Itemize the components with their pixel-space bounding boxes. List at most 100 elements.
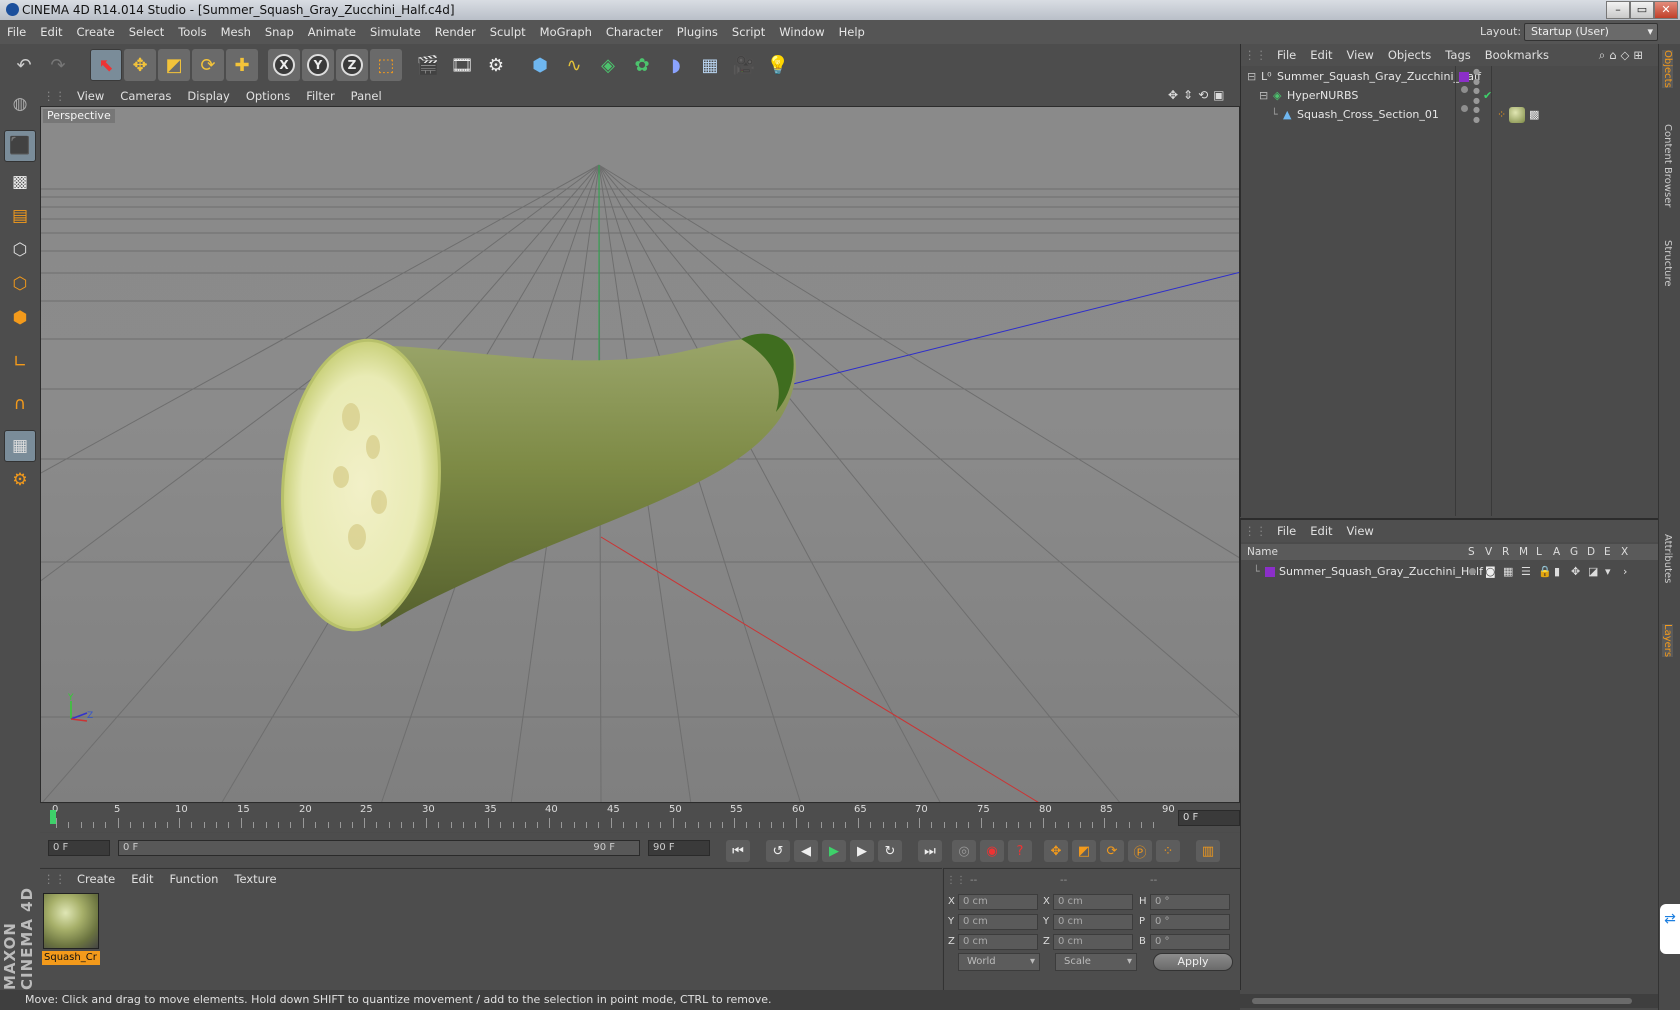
phong-tag-icon[interactable]: ⁘ — [1497, 105, 1506, 125]
rot-p-field[interactable]: 0 ° — [1150, 914, 1230, 930]
snap-magnet-icon[interactable]: ∩ — [4, 388, 36, 420]
points-mode-icon[interactable]: ⬡ — [4, 234, 36, 266]
tab-structure[interactable]: Structure — [1662, 240, 1673, 287]
menu-select[interactable]: Select — [122, 20, 171, 44]
make-editable-icon[interactable]: ◍ — [4, 88, 36, 120]
go-to-start-icon[interactable]: ⏮ — [726, 840, 750, 862]
visibility-dots[interactable]: ● ● — [1473, 86, 1480, 106]
key-scale-icon[interactable]: ◩ — [1072, 840, 1096, 862]
y-axis-lock-icon[interactable]: Y — [302, 49, 334, 81]
soft-selection-icon[interactable]: ⚙ — [4, 464, 36, 496]
previous-key-icon[interactable]: ↺ — [766, 840, 790, 862]
menu-edit[interactable]: Edit — [33, 20, 69, 44]
rot-b-field[interactable]: 0 ° — [1150, 934, 1230, 950]
auto-keying-icon[interactable]: ◉ — [980, 840, 1004, 862]
redo-icon[interactable]: ↷ — [42, 49, 74, 81]
next-key-icon[interactable]: ↻ — [878, 840, 902, 862]
move-tool-icon[interactable]: ✥ — [124, 49, 156, 81]
size-z-field[interactable]: 0 cm — [1053, 934, 1133, 950]
model-mode-icon[interactable]: ⬛ — [4, 130, 36, 162]
zucchini-model[interactable] — [273, 333, 797, 636]
close-button[interactable]: ✕ — [1654, 1, 1678, 19]
tab-content-browser[interactable]: Content Browser — [1662, 124, 1673, 207]
col-expressions[interactable]: E — [1604, 544, 1611, 560]
size-mode-dropdown[interactable]: Scale ▾ — [1055, 953, 1137, 971]
undo-icon[interactable]: ↶ — [8, 49, 40, 81]
layout-dropdown[interactable]: Startup (User) ▾ — [1524, 23, 1658, 41]
menu-plugins[interactable]: Plugins — [670, 20, 725, 44]
horizontal-scrollbar[interactable] — [1240, 994, 1658, 1008]
live-selection-icon[interactable]: ⬉ — [90, 49, 122, 81]
key-point-level-icon[interactable]: ⁘ — [1156, 840, 1180, 862]
col-animation[interactable]: A — [1553, 544, 1560, 560]
key-rotation-icon[interactable]: ⟳ — [1100, 840, 1124, 862]
viewport-menu-options[interactable]: Options — [238, 86, 298, 106]
col-view[interactable]: V — [1485, 544, 1492, 560]
rot-h-field[interactable]: 0 ° — [1150, 894, 1230, 910]
objects-menu-bookmarks[interactable]: Bookmarks — [1478, 44, 1556, 66]
size-x-field[interactable]: 0 cm — [1053, 894, 1133, 910]
pos-x-field[interactable]: 0 cm — [958, 894, 1038, 910]
coordinate-mode-dropdown[interactable]: World ▾ — [958, 953, 1040, 971]
render-view-icon[interactable]: 🎬 — [412, 49, 444, 81]
viewport-menu-cameras[interactable]: Cameras — [112, 86, 179, 106]
generator-toggle-icon[interactable]: ✥ — [1571, 562, 1580, 582]
col-name[interactable]: Name — [1247, 544, 1278, 560]
layers-menu-file[interactable]: File — [1270, 520, 1303, 542]
menu-sculpt[interactable]: Sculpt — [483, 20, 533, 44]
col-manager[interactable]: M — [1519, 544, 1528, 560]
timeline-playhead[interactable] — [50, 810, 56, 824]
menu-mesh[interactable]: Mesh — [214, 20, 258, 44]
uvw-tag-icon[interactable]: ▩ — [1529, 105, 1539, 125]
spline-pen-icon[interactable]: ∿ — [558, 49, 590, 81]
objects-menu-tags[interactable]: Tags — [1438, 44, 1477, 66]
pos-z-field[interactable]: 0 cm — [958, 934, 1038, 950]
render-settings-icon[interactable]: ⚙ — [480, 49, 512, 81]
cube-primitive-icon[interactable]: ⬢ — [524, 49, 556, 81]
layers-menu-edit[interactable]: Edit — [1303, 520, 1339, 542]
keyframe-selection-icon[interactable]: ? — [1008, 840, 1032, 862]
deformer-icon[interactable]: ◗ — [660, 49, 692, 81]
objects-menu-edit[interactable]: Edit — [1303, 44, 1339, 66]
layer-color-swatch[interactable] — [1265, 567, 1275, 577]
col-locked[interactable]: L — [1536, 544, 1542, 560]
scrollbar-thumb[interactable] — [1252, 998, 1632, 1004]
object-row[interactable]: ⊟ L⁰ Summer_Squash_Gray_Zucchini_Half ● ● — [1241, 67, 1659, 87]
go-to-end-icon[interactable]: ⏭ — [918, 840, 942, 862]
scale-tool-icon[interactable]: ◩ — [158, 49, 190, 81]
objects-menu-file[interactable]: File — [1270, 44, 1303, 66]
collapse-icon[interactable]: ⊟ — [1247, 67, 1256, 87]
axis-mode-icon[interactable]: ∟ — [4, 346, 36, 378]
recent-tools-icon[interactable]: ✚ — [226, 49, 258, 81]
x-axis-lock-icon[interactable]: X — [268, 49, 300, 81]
array-cloner-icon[interactable]: ✿ — [626, 49, 658, 81]
maximize-button[interactable]: ▭ — [1630, 1, 1654, 19]
texture-mode-icon[interactable]: ▩ — [4, 166, 36, 198]
pos-y-field[interactable]: 0 cm — [958, 914, 1038, 930]
floor-scene-icon[interactable]: ▦ — [694, 49, 726, 81]
visibility-dots[interactable]: ● ● — [1473, 105, 1480, 125]
editor-visibility-dot[interactable] — [1461, 105, 1468, 112]
menu-help[interactable]: Help — [832, 20, 872, 44]
apply-button[interactable]: Apply — [1153, 953, 1233, 971]
material-menu-texture[interactable]: Texture — [226, 869, 284, 889]
viewport-menu-view[interactable]: View — [69, 86, 112, 106]
menu-create[interactable]: Create — [70, 20, 122, 44]
tab-objects[interactable]: Objects — [1662, 50, 1673, 88]
frame-range-slider[interactable]: 0 F 90 F — [118, 840, 640, 856]
menu-tools[interactable]: Tools — [171, 20, 213, 44]
col-generators[interactable]: G — [1570, 544, 1578, 560]
view-toggle-icon[interactable]: ◙ — [1485, 562, 1496, 582]
layer-row[interactable]: └ Summer_Squash_Gray_Zucchini_Half ◙ ▦ ☰… — [1241, 562, 1659, 582]
current-frame-field[interactable]: 0 F — [1178, 810, 1240, 826]
expression-toggle-icon[interactable]: ▾ — [1605, 562, 1611, 582]
menu-script[interactable]: Script — [725, 20, 772, 44]
material-menu-create[interactable]: Create — [69, 869, 123, 889]
material-tag-icon[interactable] — [1509, 107, 1525, 123]
material-thumbnail[interactable] — [43, 893, 99, 949]
viewport-menu-display[interactable]: Display — [179, 86, 237, 106]
edges-mode-icon[interactable]: ⬡ — [4, 268, 36, 300]
workplane-mode-icon[interactable]: ▤ — [4, 200, 36, 232]
play-icon[interactable]: ▶ — [822, 840, 846, 862]
object-row[interactable]: ⊟ ◈ HyperNURBS ● ● ✔ — [1241, 86, 1659, 106]
